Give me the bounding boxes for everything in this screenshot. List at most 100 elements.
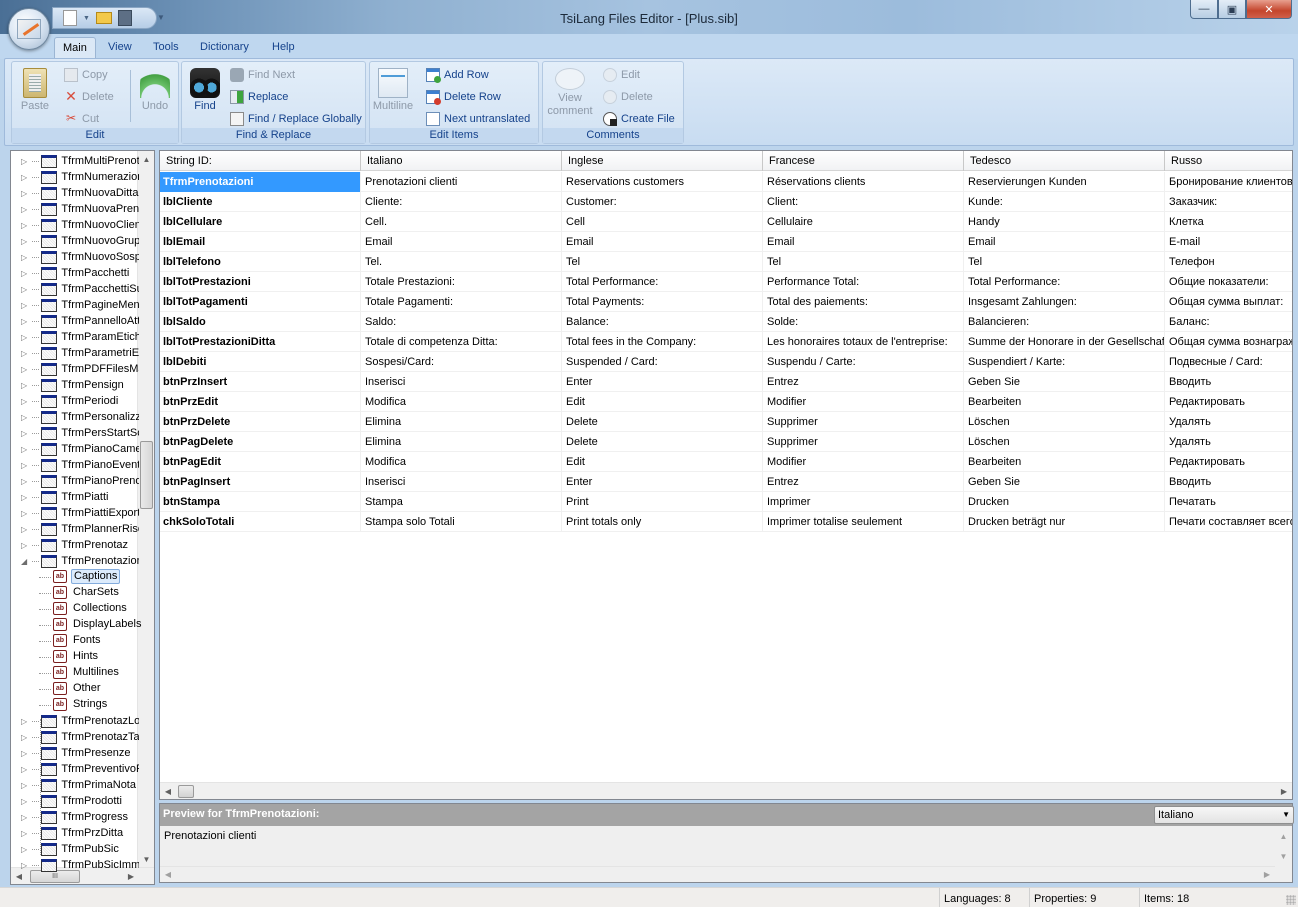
expand-arrow-icon[interactable]: ▷: [21, 413, 30, 422]
translation-cell[interactable]: Total fees in the Company:: [562, 332, 763, 352]
translation-cell[interactable]: Баланс:: [1165, 312, 1292, 332]
translation-cell[interactable]: Handy: [964, 212, 1165, 232]
grid-horizontal-scrollbar[interactable]: ◀ ▶: [160, 782, 1292, 799]
tree-item[interactable]: ◢ TfrmPrenotazioni: [11, 553, 139, 569]
table-row[interactable]: lblSaldo Saldo: Balance: Solde: Balancieren:…: [160, 312, 1292, 332]
expand-arrow-icon[interactable]: ▷: [21, 221, 30, 230]
column-header[interactable]: Italiano: [361, 151, 562, 171]
table-row[interactable]: lblCellulare Cell. Cell Cellulaire Handy Клет…: [160, 212, 1292, 232]
expand-arrow-icon[interactable]: ▷: [21, 525, 30, 534]
tree-child-item[interactable]: ab Captions: [11, 569, 139, 585]
translation-cell[interactable]: Elimina: [361, 412, 562, 432]
cut-button[interactable]: ✂ Cut: [64, 110, 99, 128]
string-id-cell[interactable]: lblCliente: [160, 192, 361, 212]
translation-cell[interactable]: Bearbeiten: [964, 392, 1165, 412]
table-row[interactable]: lblTotPagamenti Totale Pagamenti: Total Pa…: [160, 292, 1292, 312]
translation-cell[interactable]: Bearbeiten: [964, 452, 1165, 472]
translation-cell[interactable]: Imprimer: [763, 492, 964, 512]
resize-grip[interactable]: [1286, 895, 1296, 905]
expand-arrow-icon[interactable]: ▷: [21, 509, 30, 518]
expand-arrow-icon[interactable]: ▷: [21, 733, 30, 742]
tree-item[interactable]: ▷ TfrmPreventivoPr: [11, 761, 139, 777]
tree-item[interactable]: ▷ TfrmPDFFilesMana: [11, 361, 139, 377]
translation-cell[interactable]: Total Performance:: [562, 272, 763, 292]
scroll-left-arrow-icon[interactable]: ◀: [160, 867, 176, 883]
create-file-button[interactable]: Create File: [603, 110, 675, 128]
expand-arrow-icon[interactable]: ▷: [21, 829, 30, 838]
translation-cell[interactable]: Печати составляет всего: [1165, 512, 1292, 532]
tree-item[interactable]: ▷ TfrmPianoCamere: [11, 441, 139, 457]
translation-cell[interactable]: Modifier: [763, 452, 964, 472]
tree-item[interactable]: ▷ TfrmNuovoSospes: [11, 249, 139, 265]
translation-cell[interactable]: Modifier: [763, 392, 964, 412]
scroll-up-arrow-icon[interactable]: ▲: [138, 151, 154, 168]
tree-item[interactable]: ▷ TfrmPrenotazLogs: [11, 713, 139, 729]
expand-arrow-icon[interactable]: ▷: [21, 285, 30, 294]
form-tree[interactable]: ▲ ▼ ◀ III ▶ ▷TfrmMultiPrenotaz▷TfrmNumer…: [10, 150, 155, 885]
expand-arrow-icon[interactable]: ▷: [21, 781, 30, 790]
tree-child-item[interactable]: ab Fonts: [11, 633, 139, 649]
translation-cell[interactable]: Редактировать: [1165, 392, 1292, 412]
column-header[interactable]: Tedesco: [964, 151, 1165, 171]
tree-item[interactable]: ▷ TfrmParametriEtic: [11, 345, 139, 361]
tree-item[interactable]: ▷ TfrmPlannerRisors: [11, 521, 139, 537]
scroll-up-arrow-icon[interactable]: ▲: [1275, 832, 1292, 846]
tree-item[interactable]: ▷ TfrmNuovaPrenot: [11, 201, 139, 217]
expand-arrow-icon[interactable]: ▷: [21, 317, 30, 326]
scroll-down-arrow-icon[interactable]: ▼: [138, 851, 154, 868]
delete-button[interactable]: ✕ Delete: [64, 88, 114, 106]
column-header[interactable]: String ID:: [160, 151, 361, 171]
translation-cell[interactable]: Tel.: [361, 252, 562, 272]
translation-cell[interactable]: Suspendiert / Karte:: [964, 352, 1165, 372]
tree-child-item[interactable]: ab Other: [11, 681, 139, 697]
maximize-button[interactable]: ▣: [1218, 0, 1246, 19]
tab-dictionary[interactable]: Dictionary: [192, 37, 257, 59]
translation-cell[interactable]: Delete: [562, 432, 763, 452]
tree-item[interactable]: ▷ TfrmPianoPrenota: [11, 473, 139, 489]
close-button[interactable]: ✕: [1246, 0, 1292, 19]
expand-arrow-icon[interactable]: ▷: [21, 477, 30, 486]
translation-cell[interactable]: Customer:: [562, 192, 763, 212]
translation-cell[interactable]: Drucken beträgt nur: [964, 512, 1165, 532]
tree-item[interactable]: ▷ TfrmPubSicImmag: [11, 857, 139, 873]
column-header[interactable]: Inglese: [562, 151, 763, 171]
scroll-down-arrow-icon[interactable]: ▼: [1275, 852, 1292, 866]
preview-horizontal-scrollbar[interactable]: ◀ ▶: [160, 866, 1275, 882]
tree-item[interactable]: ▷ TfrmProdotti: [11, 793, 139, 809]
tree-scroll-thumb[interactable]: [140, 441, 153, 509]
tab-help[interactable]: Help: [264, 37, 303, 59]
string-id-cell[interactable]: btnPrzEdit: [160, 392, 361, 412]
translation-cell[interactable]: Elimina: [361, 432, 562, 452]
tree-item[interactable]: ▷ TfrmPubSic: [11, 841, 139, 857]
tree-child-item[interactable]: ab Collections: [11, 601, 139, 617]
tree-item[interactable]: ▷ TfrmPersonalizzaz: [11, 409, 139, 425]
translation-cell[interactable]: Enter: [562, 472, 763, 492]
next-untranslated-button[interactable]: Next untranslated: [426, 110, 530, 128]
table-row[interactable]: btnPagEdit Modifica Edit Modifier Bearbeiten…: [160, 452, 1292, 472]
tree-child-item[interactable]: ab DisplayLabels: [11, 617, 141, 633]
translation-cell[interactable]: Kunde:: [964, 192, 1165, 212]
scroll-left-arrow-icon[interactable]: ◀: [160, 783, 176, 799]
paste-button[interactable]: Paste: [14, 66, 56, 126]
translation-cell[interactable]: Imprimer totalise seulement: [763, 512, 964, 532]
table-row[interactable]: btnPagInsert Inserisci Enter Entrez Geben Si…: [160, 472, 1292, 492]
translation-cell[interactable]: Inserisci: [361, 472, 562, 492]
translation-cell[interactable]: Tel: [763, 252, 964, 272]
translation-cell[interactable]: Sospesi/Card:: [361, 352, 562, 372]
expand-arrow-icon[interactable]: ▷: [21, 381, 30, 390]
translation-cell[interactable]: Stampa: [361, 492, 562, 512]
expand-arrow-icon[interactable]: ▷: [21, 173, 30, 182]
preview-language-select[interactable]: Italiano ▼: [1154, 806, 1294, 824]
tree-item[interactable]: ▷ TfrmPacchetti: [11, 265, 139, 281]
translation-cell[interactable]: Totale di competenza Ditta:: [361, 332, 562, 352]
table-row[interactable]: btnPrzDelete Elimina Delete Supprimer Lösche…: [160, 412, 1292, 432]
translation-cell[interactable]: Client:: [763, 192, 964, 212]
translation-cell[interactable]: Reservierungen Kunden: [964, 172, 1165, 192]
translation-cell[interactable]: Total des paiements:: [763, 292, 964, 312]
grid-scroll-thumb[interactable]: [178, 785, 194, 798]
translation-cell[interactable]: Suspended / Card:: [562, 352, 763, 372]
minimize-button[interactable]: —: [1190, 0, 1218, 19]
copy-button[interactable]: Copy: [64, 66, 108, 84]
translation-cell[interactable]: Reservations customers: [562, 172, 763, 192]
delete-comment-button[interactable]: Delete: [603, 88, 653, 106]
